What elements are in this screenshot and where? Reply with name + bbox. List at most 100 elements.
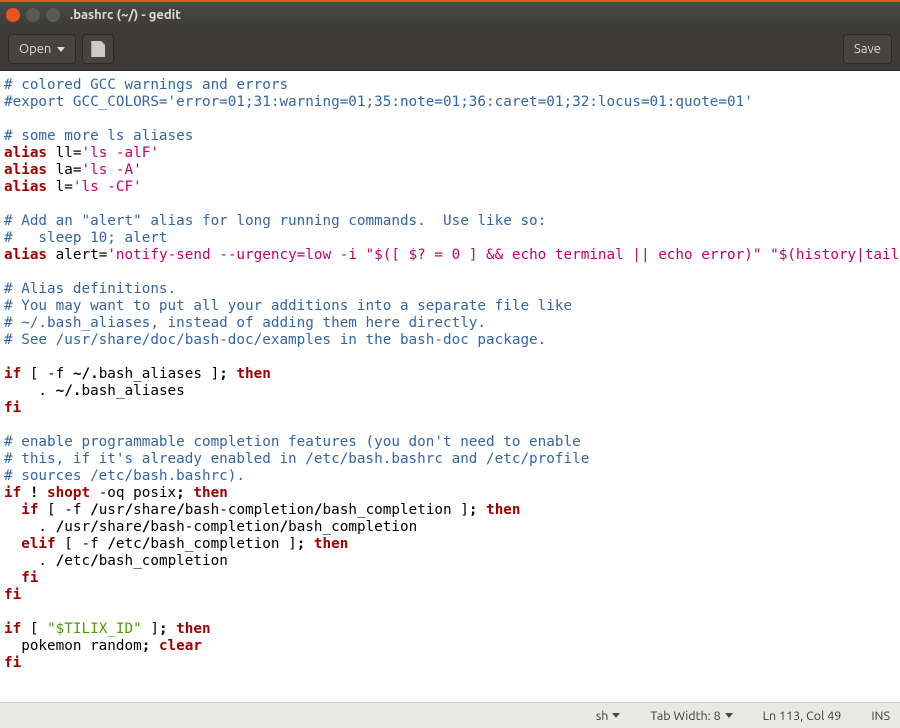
code-keyword: if xyxy=(4,366,21,382)
code-path: / xyxy=(90,502,99,518)
code-keyword: alias xyxy=(4,179,47,195)
code-comment: # Alias definitions. xyxy=(4,281,176,297)
code-text: usr xyxy=(64,519,90,535)
code-text: l= xyxy=(47,179,73,195)
code-keyword: then xyxy=(176,621,210,637)
code-keyword: then xyxy=(193,485,227,501)
window-close-button[interactable] xyxy=(6,8,20,22)
code-path: / xyxy=(56,553,65,569)
code-text: [ -f xyxy=(56,536,108,552)
code-punc: ; xyxy=(297,536,314,552)
window-minimize-button[interactable] xyxy=(26,8,40,22)
code-comment: # colored GCC warnings and errors xyxy=(4,77,288,93)
open-button-label: Open xyxy=(19,42,51,56)
code-var: "$TILIX_ID" xyxy=(47,621,142,637)
code-path: / xyxy=(176,502,185,518)
code-text: . xyxy=(4,553,56,569)
code-keyword: alias xyxy=(4,247,47,263)
code-text: usr xyxy=(99,502,125,518)
code-path: / xyxy=(125,502,134,518)
code-keyword: shopt xyxy=(47,485,90,501)
code-punc: ; xyxy=(176,485,193,501)
code-comment: # Add an "alert" alias for long running … xyxy=(4,213,546,229)
code-indent xyxy=(4,536,21,552)
status-language-selector[interactable]: sh xyxy=(596,709,621,723)
code-path: / xyxy=(90,519,99,535)
statusbar: sh Tab Width: 8 Ln 113, Col 49 INS xyxy=(0,702,900,728)
code-path: / xyxy=(314,502,323,518)
code-text: . xyxy=(4,519,56,535)
code-keyword: then xyxy=(236,366,270,382)
chevron-down-icon xyxy=(612,713,620,718)
code-text: [ -f xyxy=(38,502,90,518)
code-text: bash_completion xyxy=(99,553,228,569)
code-text: alert= xyxy=(47,247,107,263)
code-comment: # enable programmable completion feature… xyxy=(4,434,581,450)
chevron-down-icon xyxy=(725,713,733,718)
editor-textarea[interactable]: # colored GCC warnings and errors #expor… xyxy=(0,70,900,702)
code-string: 'ls -alF' xyxy=(81,145,158,161)
code-text: ll= xyxy=(47,145,81,161)
code-text: ] xyxy=(142,621,159,637)
code-path: / xyxy=(56,519,65,535)
code-text: . xyxy=(4,383,56,399)
status-position-label: Ln 113, Col 49 xyxy=(763,709,842,723)
code-keyword: clear xyxy=(159,638,202,654)
code-text: etc xyxy=(64,553,90,569)
code-comment: # this, if it's already enabled in /etc/… xyxy=(4,451,589,467)
code-text: bash_completion xyxy=(288,519,417,535)
code-punc: ; xyxy=(219,366,236,382)
window-titlebar: .bashrc (~/) - gedit xyxy=(0,0,900,28)
code-text: ] xyxy=(279,536,296,552)
code-text: -oq posix xyxy=(90,485,176,501)
status-tab-width-selector[interactable]: Tab Width: 8 xyxy=(650,709,732,723)
code-indent xyxy=(4,570,21,586)
status-insert-mode[interactable]: INS xyxy=(871,709,890,723)
code-keyword: fi xyxy=(4,587,21,603)
code-keyword: fi xyxy=(21,570,38,586)
code-path: ~/. xyxy=(73,366,99,382)
code-text: bash_aliases xyxy=(81,383,184,399)
code-keyword: if xyxy=(21,502,38,518)
code-text: bash-completion xyxy=(150,519,279,535)
code-comment: # sources /etc/bash.bashrc). xyxy=(4,468,245,484)
status-language-label: sh xyxy=(596,709,609,723)
code-keyword: alias xyxy=(4,162,47,178)
code-path: / xyxy=(90,553,99,569)
code-string: 'ls -A' xyxy=(81,162,141,178)
code-comment: # See /usr/share/doc/bash-doc/examples i… xyxy=(4,332,546,348)
code-text: [ xyxy=(21,621,47,637)
save-button-label: Save xyxy=(854,42,881,56)
open-button[interactable]: Open xyxy=(8,34,76,64)
code-text: ] xyxy=(452,502,469,518)
code-text: share xyxy=(133,502,176,518)
code-comment: #export GCC_COLORS='error=01;31:warning=… xyxy=(4,94,753,110)
save-button[interactable]: Save xyxy=(843,34,892,64)
code-indent xyxy=(4,502,21,518)
code-comment: # sleep 10; alert xyxy=(4,230,168,246)
status-tab-width-label: Tab Width: 8 xyxy=(650,709,720,723)
code-string: 'notify-send --urgency=low -i "$([ $? = … xyxy=(107,247,900,263)
code-keyword: fi xyxy=(4,400,21,416)
window-maximize-button[interactable] xyxy=(46,8,60,22)
code-text: [ -f xyxy=(21,366,73,382)
code-text: pokemon random xyxy=(4,638,142,654)
status-mode-label: INS xyxy=(871,709,890,723)
code-keyword: then xyxy=(314,536,348,552)
code-comment: # some more ls aliases xyxy=(4,128,193,144)
code-keyword: if xyxy=(4,621,21,637)
code-keyword: elif xyxy=(21,536,55,552)
code-text: la= xyxy=(47,162,81,178)
code-punc: ; xyxy=(142,638,159,654)
code-keyword: alias xyxy=(4,145,47,161)
code-text: bash_completion xyxy=(323,502,452,518)
code-text: bash_aliases ] xyxy=(99,366,220,382)
new-document-button[interactable] xyxy=(82,34,114,64)
new-document-icon xyxy=(91,41,105,57)
toolbar: Open Save xyxy=(0,28,900,70)
code-path: / xyxy=(279,519,288,535)
status-cursor-position: Ln 113, Col 49 xyxy=(763,709,842,723)
window-title: .bashrc (~/) - gedit xyxy=(70,8,181,22)
code-punc: ; xyxy=(469,502,486,518)
chevron-down-icon xyxy=(57,47,65,52)
